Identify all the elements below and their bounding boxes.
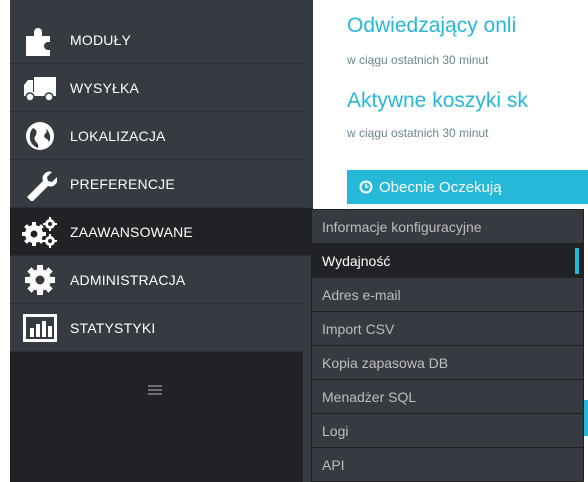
sidebar-item-label: PREFERENCJE <box>70 175 175 192</box>
sidebar: MODUŁY WYSYŁKA LOKALIZACJA PREFERENCJE Z… <box>0 0 313 482</box>
sidebar-item-preferences[interactable]: PREFERENCJE <box>10 160 303 208</box>
wrench-icon <box>16 160 64 208</box>
admin-page: Odwiedzający onli w ciągu ostatnich 30 m… <box>0 0 588 482</box>
submenu-item-config-info[interactable]: Informacje konfiguracyjne <box>312 210 583 244</box>
visitors-online-subtitle: w ciągu ostatnich 30 minut <box>347 53 489 67</box>
sidebar-item-label: ZAAWANSOWANE <box>70 223 193 240</box>
active-carts-subtitle: w ciągu ostatnich 30 minut <box>347 126 489 140</box>
submenu-item-label: Import CSV <box>322 320 395 337</box>
bar-chart-icon <box>16 304 64 352</box>
active-indicator <box>575 248 579 274</box>
submenu-item-label: Informacje konfiguracyjne <box>322 218 482 235</box>
cogs-icon <box>16 208 64 256</box>
sidebar-item-label: WYSYŁKA <box>70 79 140 96</box>
sidebar-item-advanced[interactable]: ZAAWANSOWANE <box>10 208 313 256</box>
submenu-item-label: API <box>322 456 345 473</box>
sidebar-nav: MODUŁY WYSYŁKA LOKALIZACJA PREFERENCJE Z… <box>10 16 313 352</box>
submenu-item-sql-manager[interactable]: Menadżer SQL <box>312 380 583 414</box>
submenu-item-label: Menadżer SQL <box>322 388 417 405</box>
pending-tab[interactable]: Obecnie Oczekują <box>347 170 588 204</box>
visitors-online-title[interactable]: Odwiedzający onli <box>347 14 516 38</box>
submenu-item-label: Adres e-mail <box>322 286 401 303</box>
submenu-item-import-csv[interactable]: Import CSV <box>312 312 583 346</box>
submenu-item-performance[interactable]: Wydajność <box>312 244 583 278</box>
submenu-item-email[interactable]: Adres e-mail <box>312 278 583 312</box>
sidebar-edge <box>0 0 10 482</box>
sidebar-item-administration[interactable]: ADMINISTRACJA <box>10 256 303 304</box>
sidebar-item-statistics[interactable]: STATYSTYKI <box>10 304 303 352</box>
submenu-item-logs[interactable]: Logi <box>312 414 583 448</box>
sidebar-item-shipping[interactable]: WYSYŁKA <box>10 64 303 112</box>
sidebar-item-label: STATYSTYKI <box>70 319 156 336</box>
active-carts-title[interactable]: Aktywne koszyki sk <box>347 89 528 113</box>
submenu-item-api[interactable]: API <box>312 448 583 482</box>
sidebar-item-label: MODUŁY <box>70 31 132 48</box>
truck-icon <box>16 64 64 112</box>
submenu-item-label: Kopia zapasowa DB <box>322 354 449 371</box>
hamburger-icon[interactable] <box>148 385 162 395</box>
sidebar-item-localization[interactable]: LOKALIZACJA <box>10 112 303 160</box>
sidebar-footer <box>10 352 303 482</box>
globe-icon <box>16 112 64 160</box>
submenu-item-label: Wydajność <box>322 252 391 269</box>
sidebar-item-label: ADMINISTRACJA <box>70 271 186 288</box>
cog-icon <box>16 256 64 304</box>
submenu-item-db-backup[interactable]: Kopia zapasowa DB <box>312 346 583 380</box>
pending-label: Obecnie Oczekują <box>379 178 502 196</box>
clock-icon <box>359 180 373 194</box>
sidebar-item-modules[interactable]: MODUŁY <box>10 16 303 64</box>
puzzle-icon <box>16 16 64 64</box>
sidebar-item-label: LOKALIZACJA <box>70 127 166 144</box>
advanced-submenu: Informacje konfiguracyjne Wydajność Adre… <box>311 209 584 482</box>
submenu-item-label: Logi <box>322 422 349 439</box>
